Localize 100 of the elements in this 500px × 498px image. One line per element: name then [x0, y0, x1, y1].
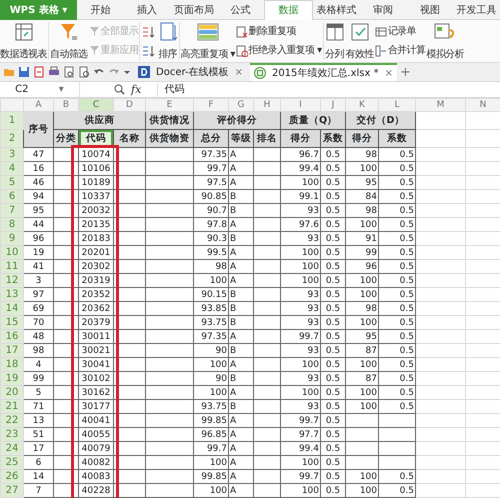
table-cell: A [228, 162, 254, 176]
column-header[interactable]: G [228, 98, 254, 112]
table-cell: 30102 [78, 372, 114, 386]
formula-value: 代码 [164, 83, 184, 97]
menu-tab[interactable]: 视图 [406, 0, 454, 20]
row-header[interactable]: 11 [0, 260, 24, 274]
ribbon-button[interactable]: 合并计算 [374, 44, 426, 56]
column-header[interactable]: E [146, 98, 194, 112]
menu-tab[interactable]: 公式 [217, 0, 264, 20]
row-header[interactable]: 18 [0, 358, 24, 372]
row-header[interactable]: 25 [0, 456, 24, 470]
row-header[interactable]: 6 [0, 190, 24, 204]
sort-ascending-button[interactable] [141, 26, 156, 38]
row-header[interactable]: 10 [0, 246, 24, 260]
row-header[interactable]: 24 [0, 442, 24, 456]
row-header[interactable]: 27 [0, 484, 24, 498]
table-cell: B [228, 190, 254, 204]
ribbon-button[interactable]: 排序 [158, 22, 178, 60]
table-cell: 100 [346, 274, 378, 288]
row-header[interactable]: 7 [0, 204, 24, 218]
column-header[interactable]: J [320, 98, 346, 112]
menu-tab[interactable]: 审阅 [360, 0, 406, 20]
header-cell: 评价得分 [194, 112, 280, 130]
column-header[interactable]: L [378, 98, 416, 112]
row-header[interactable]: 22 [0, 414, 24, 428]
menu-tab[interactable]: 数据 [264, 0, 313, 20]
document-tab[interactable]: Docer-在线模板 × [134, 63, 247, 81]
new-tab-button[interactable]: + [400, 66, 411, 78]
save-icon [18, 66, 30, 78]
table-cell: 100 [280, 484, 320, 498]
toolbar-button[interactable] [33, 66, 45, 78]
menu-tab[interactable]: 开始 [77, 0, 124, 20]
row-header[interactable]: 20 [0, 386, 24, 400]
row-header[interactable]: 8 [0, 218, 24, 232]
ribbon-button[interactable]: 记录单 [374, 26, 426, 38]
toolbar-button[interactable] [48, 66, 60, 78]
table-cell: 93 [280, 302, 320, 316]
table-cell: 20362 [78, 302, 114, 316]
table-cell: 0.5 [378, 176, 416, 190]
ribbon-button[interactable]: 自动筛选 [50, 22, 88, 60]
toolbar-button[interactable] [18, 66, 30, 78]
sort-descending-button[interactable] [141, 44, 156, 56]
column-header[interactable]: A [24, 98, 54, 112]
row-header[interactable]: 19 [0, 372, 24, 386]
menu-tab[interactable]: 页面布局 [170, 0, 218, 20]
table-cell: 100 [346, 470, 378, 484]
row-header[interactable]: 15 [0, 316, 24, 330]
menu-tab[interactable]: 开发工具 [453, 0, 500, 20]
row-header[interactable]: 16 [0, 330, 24, 344]
column-header[interactable]: C [78, 98, 114, 112]
toolbar-button[interactable] [63, 66, 75, 78]
table-cell: 20135 [78, 218, 114, 232]
menu-tab[interactable]: 插入 [124, 0, 171, 20]
column-header[interactable]: B [54, 98, 78, 112]
column-header[interactable]: M [416, 98, 466, 112]
row-header[interactable]: 26 [0, 470, 24, 484]
row-header[interactable]: 21 [0, 400, 24, 414]
row-header[interactable]: 5 [0, 176, 24, 190]
column-header[interactable]: K [346, 98, 378, 112]
toolbar-button[interactable] [78, 66, 90, 78]
table-cell: A [228, 456, 254, 470]
row-header[interactable]: 13 [0, 288, 24, 302]
function-button[interactable]: fx [131, 84, 142, 95]
table-cell: 100 [280, 386, 320, 400]
column-header[interactable]: H [254, 98, 280, 112]
row-header[interactable]: 9 [0, 232, 24, 246]
ribbon-button[interactable]: 删除重复项 [236, 26, 322, 38]
table-cell: 96 [24, 232, 54, 246]
table-cell: 0.5 [320, 470, 346, 484]
search-button[interactable] [114, 84, 125, 95]
table-cell: 0.5 [378, 246, 416, 260]
ribbon-button[interactable]: 拒绝录入重复项 ▾ [236, 44, 322, 56]
column-header[interactable]: D [114, 98, 146, 112]
ribbon-button[interactable]: 有效性 [346, 22, 374, 60]
ribbon-button[interactable]: 数据透视表 [0, 22, 48, 60]
table-cell: 0.5 [320, 302, 346, 316]
column-header[interactable]: N [466, 98, 500, 112]
table-cell: 0.5 [320, 358, 346, 372]
row-header[interactable]: 2 [0, 130, 24, 148]
row-header[interactable]: 4 [0, 162, 24, 176]
ribbon-button[interactable]: 分列 [324, 22, 345, 60]
menu-tab[interactable]: 表格样式 [312, 0, 360, 20]
column-header[interactable]: I [280, 98, 320, 112]
row-header[interactable]: 23 [0, 428, 24, 442]
row-header[interactable]: 1 [0, 112, 24, 130]
name-box[interactable]: C2 ▾ [0, 82, 80, 97]
close-button[interactable]: × [234, 64, 243, 80]
close-button[interactable]: × [384, 66, 393, 80]
row-header[interactable]: 12 [0, 274, 24, 288]
table-cell: 40055 [78, 428, 114, 442]
column-header[interactable]: F [194, 98, 228, 112]
table-cell: 90.85 [194, 190, 228, 204]
table-cell: 30011 [78, 330, 114, 344]
document-tab[interactable]: 2015年绩效汇总.xlsx * × [250, 63, 397, 81]
row-header[interactable]: 3 [0, 148, 24, 162]
ribbon-button[interactable]: 模拟分析 [426, 22, 464, 60]
row-header[interactable]: 17 [0, 344, 24, 358]
app-menu-button[interactable]: WPS 表格 ▾ [0, 0, 77, 20]
ribbon-button[interactable]: 高亮重复项 ▾ [180, 22, 235, 60]
row-header[interactable]: 14 [0, 302, 24, 316]
